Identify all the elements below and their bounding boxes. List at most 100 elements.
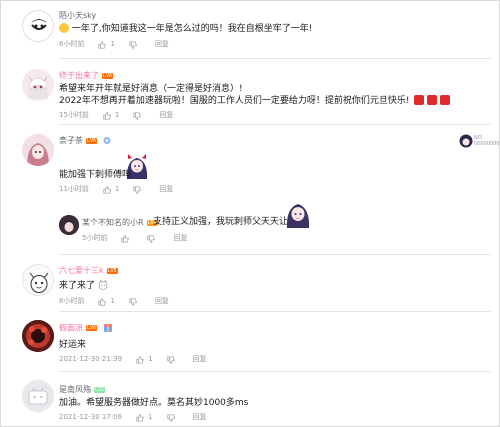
thumbs-up-icon [98,297,107,306]
avatar[interactable] [22,320,54,352]
reply-button[interactable]: 回复 [159,185,173,194]
comment-item: 六七爱十三k LV5 来了来了 8小时前 1 回复 [1,255,499,310]
reply-button[interactable]: 回复 [193,413,207,422]
comment-text: 好运来 [59,340,87,350]
comment-item: 是南风殇 LV2 加油。希望服务器做好点。莫名其妙1000多ms 2021-12-… [1,372,499,426]
reply-username[interactable]: 某个不知名的小R LV4 [82,218,158,228]
username-text: 终于出来了 [59,71,99,80]
like-count: 1 [148,413,153,421]
thumbs-down-icon [129,40,137,49]
reply-button[interactable]: 回复 [155,40,169,49]
fu-emoji-icon [440,95,451,105]
comment-meta: 11小时前 1 回复 [59,185,173,194]
smile-emoji-icon [59,23,69,33]
thumbs-down-icon [133,185,142,194]
fan-medal-icon [103,137,111,144]
thumbs-down-icon [147,234,156,243]
reply-button[interactable]: 回复 [155,297,169,306]
reply-username-text: 某个不知名的小R [82,218,144,227]
username[interactable]: 终于出来了 LV6 [59,71,114,81]
username-text: 是南风殇 [59,385,91,394]
comment-time: 6小时前 [59,40,85,48]
like-button[interactable]: 1 [98,40,115,49]
like-button[interactable]: 1 [103,111,119,120]
like-count: 1 [110,40,115,48]
like-button[interactable]: 1 [136,413,153,422]
like-button[interactable]: 1 [136,355,153,364]
comment-text-body: 来了来了 [59,281,96,291]
username-text: 柰子茶 [59,136,83,145]
comment-meta: 2021-12-30 17:06 1 回复 [59,413,207,422]
like-count: 1 [114,111,120,119]
dislike-button[interactable] [133,111,145,120]
username-text: 假面凉 [59,323,83,333]
comment-text-body: 2022年不想再开着加速器玩啦！国服的工作人员们一定要给力呀！提前祝你们元旦快乐… [59,96,410,106]
comment-text: 一年了,你知道我这一年是怎么过的吗！我在自根坐牢了一年! [59,23,312,36]
fu-emoji-icon [414,95,425,105]
comment-text: 能加强下刺师傅吗 [59,170,132,180]
like-button[interactable]: 1 [98,297,115,306]
username[interactable]: 柰子茶 LV6 [59,136,112,146]
thumbs-up-icon [103,111,111,120]
level-badge: LV6 [86,137,98,144]
dislike-button[interactable] [129,297,141,306]
comment-time: 2021-12-30 17:06 [59,413,123,421]
comment-text: 加油。希望服务器做好点。莫名其妙1000多ms [59,398,249,408]
comment-text: 来了来了 [59,279,108,293]
dislike-button[interactable] [167,413,179,422]
reply-button[interactable]: 回复 [159,111,173,120]
comment-meta: 8小时前 1 回复 [59,297,169,306]
comment-text-body: 一年了,你知道我这一年是怎么过的吗！我在自根坐牢了一年! [71,24,313,34]
thumbs-down-icon [167,355,175,364]
fan-card-number: NO. 000000000 [474,135,500,147]
username[interactable]: 是南风殇 LV2 [59,385,106,395]
fu-emoji-icon [427,95,438,105]
cat-emoji-icon [98,279,108,290]
like-count: 1 [114,185,120,193]
like-count: 1 [110,297,115,305]
avatar[interactable] [22,69,54,101]
reply-avatar[interactable] [59,215,79,235]
avatar[interactable] [22,380,54,412]
reply-button[interactable]: 回复 [173,234,187,243]
like-button[interactable] [121,234,133,243]
comment-meta: 15小时前 1 回复 [59,111,173,120]
thumbs-down-icon [167,413,175,422]
comment-meta: 6小时前 1 回复 [59,40,169,49]
avatar[interactable] [22,134,54,166]
like-count: 1 [148,355,153,363]
thumbs-up-icon [136,355,144,364]
username[interactable]: 六七爱十三k LV5 [59,266,118,276]
thumbs-up-icon [136,413,144,422]
dislike-button[interactable] [133,185,145,194]
level-badge: LV2 [94,386,106,393]
dislike-button[interactable] [147,234,159,243]
comment-time: 8小时前 [59,297,85,305]
fan-card-avatar-icon [459,133,473,148]
comment-time: 11小时前 [59,185,89,193]
dislike-button[interactable] [167,355,179,364]
anime-sticker-icon [284,198,312,228]
username[interactable]: 陌小天sky [59,11,96,21]
avatar[interactable] [22,10,54,42]
reply-button[interactable]: 回复 [193,355,207,364]
thumbs-down-icon [129,297,137,306]
comment-time: 2021-12-30 21:39 [59,355,123,363]
comment-item: 陌小天sky 一年了,你知道我这一年是怎么过的吗！我在自根坐牢了一年! 6小时前… [1,1,499,59]
thumbs-up-icon [121,234,130,243]
avatar[interactable] [22,264,54,296]
comment-item: 假面凉 LV6 好运来 2021-12-30 21:39 1 回复 [1,312,499,370]
gift-medal-icon [103,324,112,332]
reply-time: 5小时前 [82,234,108,242]
username[interactable]: 假面凉 LV6 [59,323,113,334]
like-button[interactable]: 1 [103,185,119,194]
comment-time: 15小时前 [59,111,89,119]
thumbs-down-icon [133,111,142,120]
comment-item: 柰子茶 LV6 NO. 000000000 能加强下刺师傅吗 11小时前 1 回… [1,125,499,253]
username-text: 六七爱十三k [59,266,104,275]
thumbs-up-icon [103,185,111,194]
reply-meta: 5小时前 回复 [82,234,187,243]
dislike-button[interactable] [129,40,141,49]
comment-meta: 2021-12-30 21:39 1 回复 [59,355,207,364]
comment-text-line2: 2022年不想再开着加速器玩啦！国服的工作人员们一定要给力呀！提前祝你们元旦快乐… [59,95,451,108]
